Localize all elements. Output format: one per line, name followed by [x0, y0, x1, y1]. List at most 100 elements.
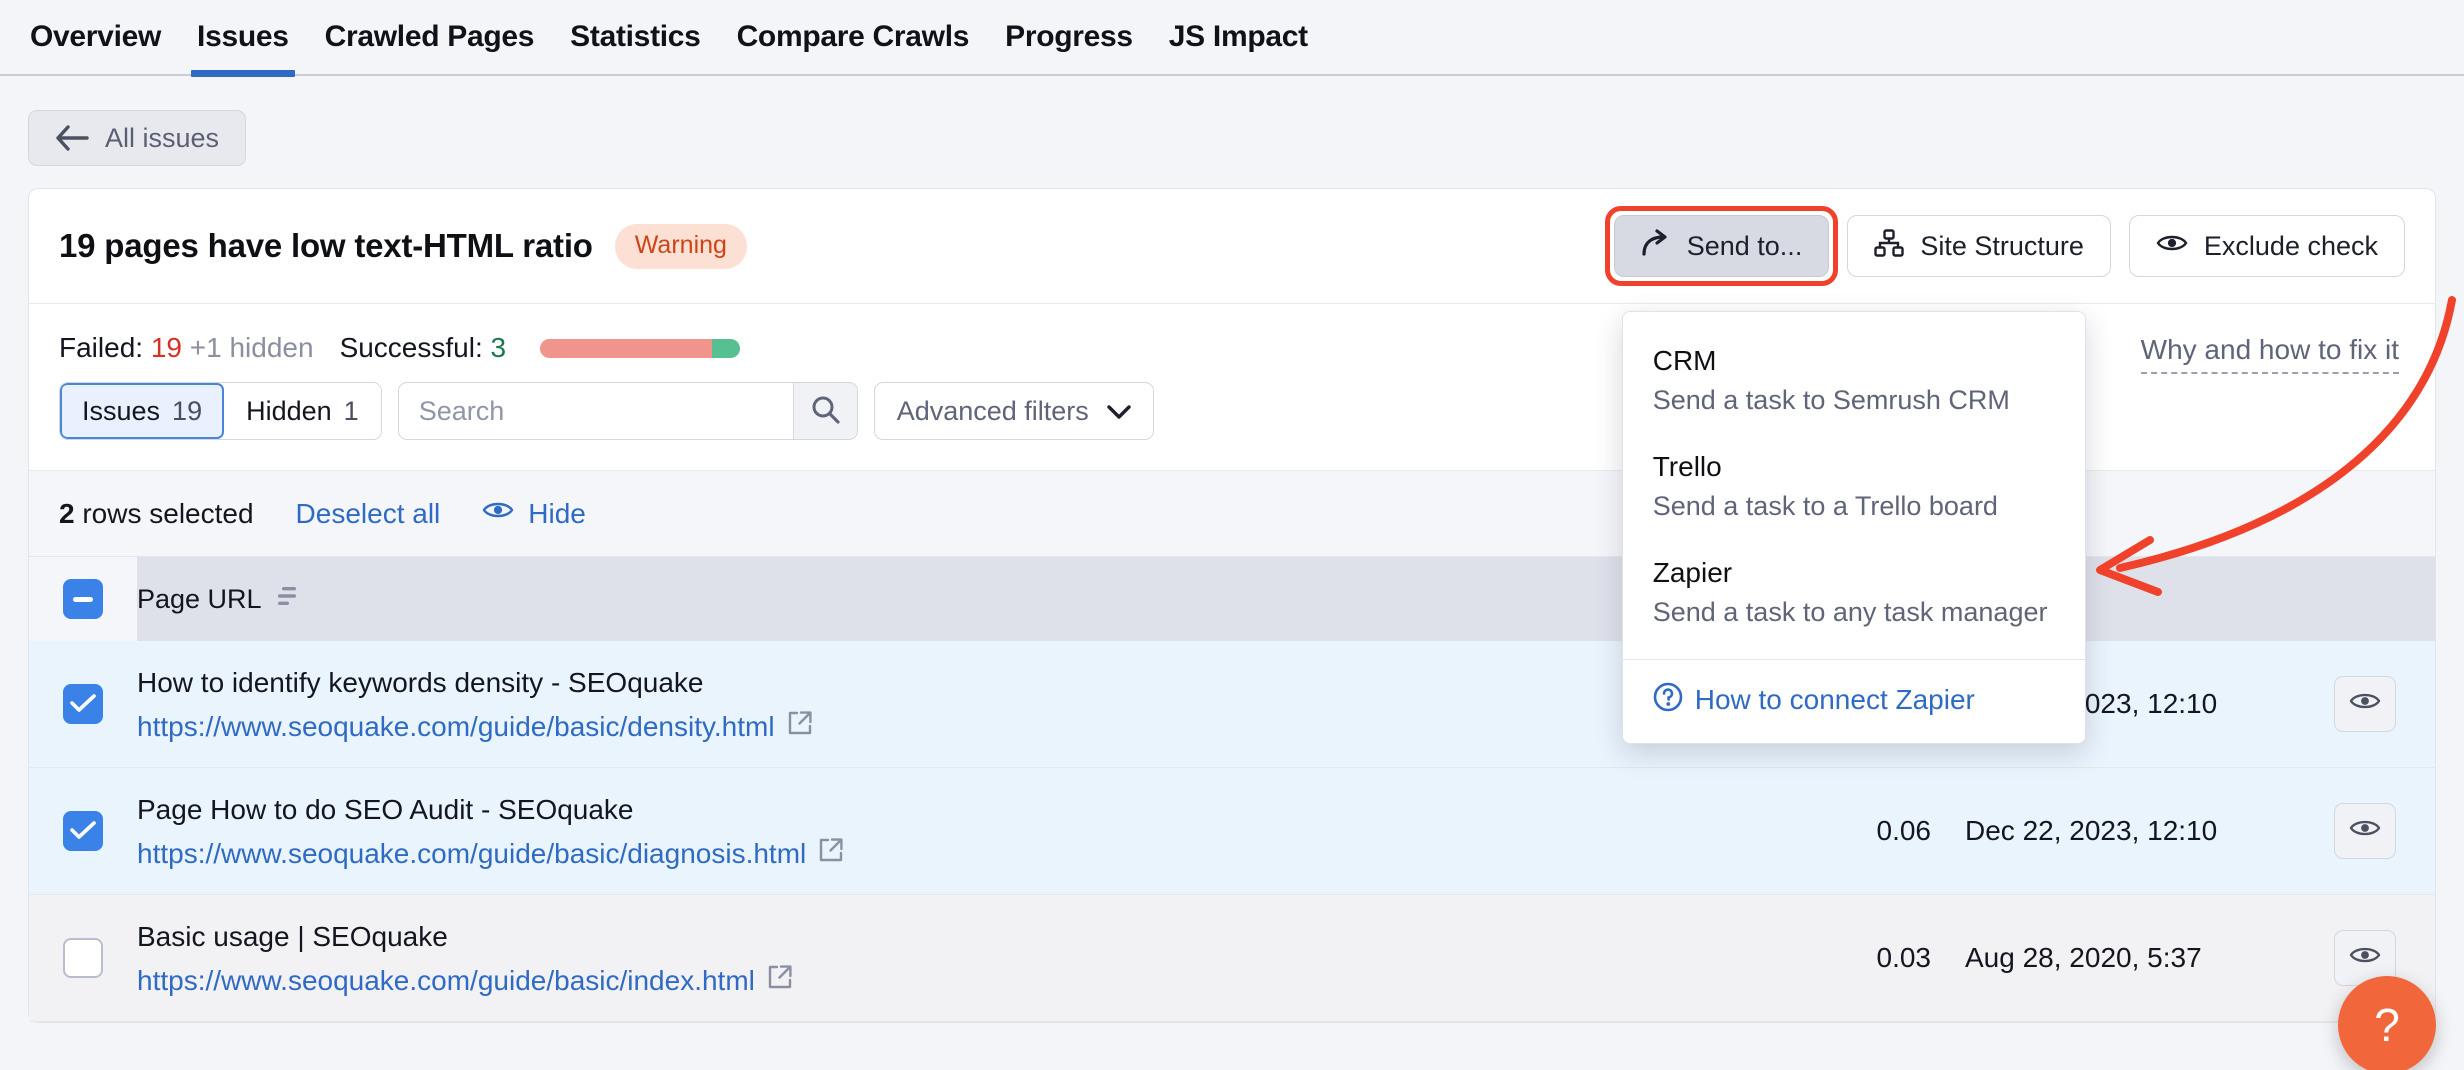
menu-item-crm-subtitle: Send a task to Semrush CRM	[1652, 384, 2010, 415]
send-to-button[interactable]: Send to...	[1613, 215, 1830, 277]
tab-js-impact[interactable]: JS Impact	[1169, 0, 1308, 75]
menu-item-trello[interactable]: Trello Send a task to a Trello board	[1623, 436, 2085, 542]
menu-item-zapier-title: Zapier	[1652, 557, 1733, 589]
send-to-dropdown-menu: CRM Send a task to Semrush CRM Trello Se…	[1621, 311, 2086, 744]
advanced-filters-dropdown[interactable]: Advanced filters	[873, 382, 1154, 440]
segment-issues[interactable]: Issues 19	[60, 383, 225, 439]
site-structure-label: Site Structure	[1920, 230, 2084, 261]
row-checkbox[interactable]	[63, 684, 103, 724]
exclude-check-button[interactable]: Exclude check	[2128, 215, 2405, 277]
header-actions: Send to... CRM Send a task to Semrush CR…	[1604, 206, 2405, 744]
eye-icon	[2156, 230, 2188, 263]
tab-statistics-label: Statistics	[570, 20, 701, 53]
search-input[interactable]	[398, 383, 793, 439]
deselect-all-button[interactable]: Deselect all	[296, 498, 441, 530]
external-link-icon[interactable]	[818, 837, 844, 870]
row-hide-button[interactable]	[2334, 676, 2396, 732]
row-page-url: https://www.seoquake.com/guide/basic/dia…	[137, 837, 1735, 870]
back-button-label: All issues	[105, 122, 220, 153]
primary-tab-bar: Overview Issues Crawled Pages Statistics…	[0, 0, 2464, 77]
sort-icon[interactable]	[276, 583, 304, 616]
row-date-cell: Dec 22, 2023, 12:10	[1965, 768, 2295, 895]
tab-issues[interactable]: Issues	[191, 0, 295, 77]
tab-progress[interactable]: Progress	[1005, 0, 1133, 75]
search-button[interactable]	[792, 383, 857, 439]
row-url-cell: Page How to do SEO Audit - SEOquake http…	[137, 768, 1735, 895]
failed-value: 19	[150, 332, 182, 363]
successful-label: Successful:	[339, 332, 483, 363]
site-structure-button[interactable]: Site Structure	[1847, 215, 2111, 277]
row-page-url-link[interactable]: https://www.seoquake.com/guide/basic/dia…	[137, 838, 806, 870]
header-select-all-cell	[29, 557, 137, 641]
segment-hidden-label: Hidden	[246, 395, 332, 426]
row-page-url: https://www.seoquake.com/guide/basic/ind…	[137, 964, 1735, 997]
question-mark-icon: ?	[2374, 999, 2400, 1051]
sitemap-icon	[1874, 228, 1905, 264]
row-url-cell: Basic usage | SEOquake https://www.seoqu…	[137, 895, 1735, 1022]
row-page-title: Basic usage | SEOquake	[137, 921, 448, 952]
row-ratio-value: 0.03	[1876, 942, 1932, 973]
menu-item-crm[interactable]: CRM Send a task to Semrush CRM	[1623, 330, 2085, 436]
segment-issues-label: Issues	[82, 395, 161, 426]
issue-detail-card: 19 pages have low text-HTML ratio Warnin…	[28, 188, 2436, 1023]
help-floating-button[interactable]: ?	[2338, 976, 2436, 1070]
question-circle-icon	[1653, 682, 1683, 719]
tab-crawled-pages[interactable]: Crawled Pages	[325, 0, 535, 75]
eye-icon	[2349, 815, 2381, 847]
row-checkbox-cell	[29, 895, 137, 1022]
tab-progress-label: Progress	[1005, 20, 1133, 53]
row-page-url: https://www.seoquake.com/guide/basic/den…	[137, 710, 1735, 743]
tab-crawled-pages-label: Crawled Pages	[324, 20, 535, 53]
menu-item-trello-subtitle: Send a task to a Trello board	[1652, 491, 1998, 522]
row-checkbox[interactable]	[63, 938, 103, 978]
search-box	[397, 382, 858, 440]
tab-issues-label: Issues	[197, 20, 289, 53]
row-checkbox-cell	[29, 768, 137, 895]
row-action-cell	[2295, 768, 2435, 895]
status-badge: Warning	[614, 223, 747, 269]
rows-selected-text: 2 rows selected	[59, 498, 254, 530]
arrow-left-icon	[55, 125, 89, 151]
tab-compare-crawls[interactable]: Compare Crawls	[737, 0, 970, 75]
external-link-icon[interactable]	[767, 964, 793, 997]
failed-stat: Failed: 19 +1 hidden	[59, 332, 314, 364]
external-link-icon[interactable]	[787, 710, 813, 743]
share-arrow-icon	[1641, 228, 1671, 264]
header-page-url-cell[interactable]: Page URL	[137, 557, 1735, 641]
row-ratio-cell: 0.06	[1735, 768, 1965, 895]
row-page-title: Page How to do SEO Audit - SEOquake	[137, 794, 634, 825]
row-page-title: How to identify keywords density - SEOqu…	[137, 667, 704, 698]
row-hide-button[interactable]	[2334, 803, 2396, 859]
row-page-url-link[interactable]: https://www.seoquake.com/guide/basic/den…	[137, 711, 775, 743]
menu-item-zapier[interactable]: Zapier Send a task to any task manager	[1623, 542, 2085, 648]
send-to-label: Send to...	[1686, 230, 1803, 261]
check-icon	[70, 815, 96, 847]
hide-rows-label: Hide	[528, 497, 586, 529]
row-date-value: Aug 28, 2020, 5:37	[1965, 942, 2202, 973]
issue-header: 19 pages have low text-HTML ratio Warnin…	[29, 189, 2435, 744]
row-checkbox-cell	[29, 641, 137, 768]
tab-overview[interactable]: Overview	[30, 0, 161, 75]
row-page-url-link[interactable]: https://www.seoquake.com/guide/basic/ind…	[137, 965, 755, 997]
segment-hidden[interactable]: Hidden 1	[224, 383, 381, 439]
segment-issues-count: 19	[172, 395, 203, 426]
row-action-cell	[2295, 641, 2435, 768]
select-all-checkbox[interactable]	[63, 579, 103, 619]
why-and-how-to-fix-it-link[interactable]: Why and how to fix it	[2140, 334, 2399, 374]
header-actions-cell	[2295, 557, 2435, 641]
tab-statistics[interactable]: Statistics	[570, 0, 701, 75]
table-row: Basic usage | SEOquake https://www.seoqu…	[29, 894, 2435, 1022]
eye-icon	[2349, 942, 2381, 974]
rows-selected-suffix: rows selected	[74, 497, 254, 529]
row-date-cell: Aug 28, 2020, 5:37	[1965, 895, 2295, 1022]
chevron-down-icon	[1107, 396, 1131, 427]
tab-js-impact-label: JS Impact	[1168, 20, 1308, 53]
how-to-connect-zapier-link[interactable]: How to connect Zapier	[1623, 660, 2085, 743]
tab-compare-crawls-label: Compare Crawls	[736, 20, 970, 53]
back-to-all-issues-button[interactable]: All issues	[28, 110, 247, 166]
app-page: Overview Issues Crawled Pages Statistics…	[0, 0, 2464, 1070]
row-checkbox[interactable]	[63, 811, 103, 851]
hide-rows-button[interactable]: Hide	[482, 497, 586, 530]
row-ratio-value: 0.06	[1876, 815, 1932, 846]
rows-selected-count: 2	[59, 497, 75, 529]
